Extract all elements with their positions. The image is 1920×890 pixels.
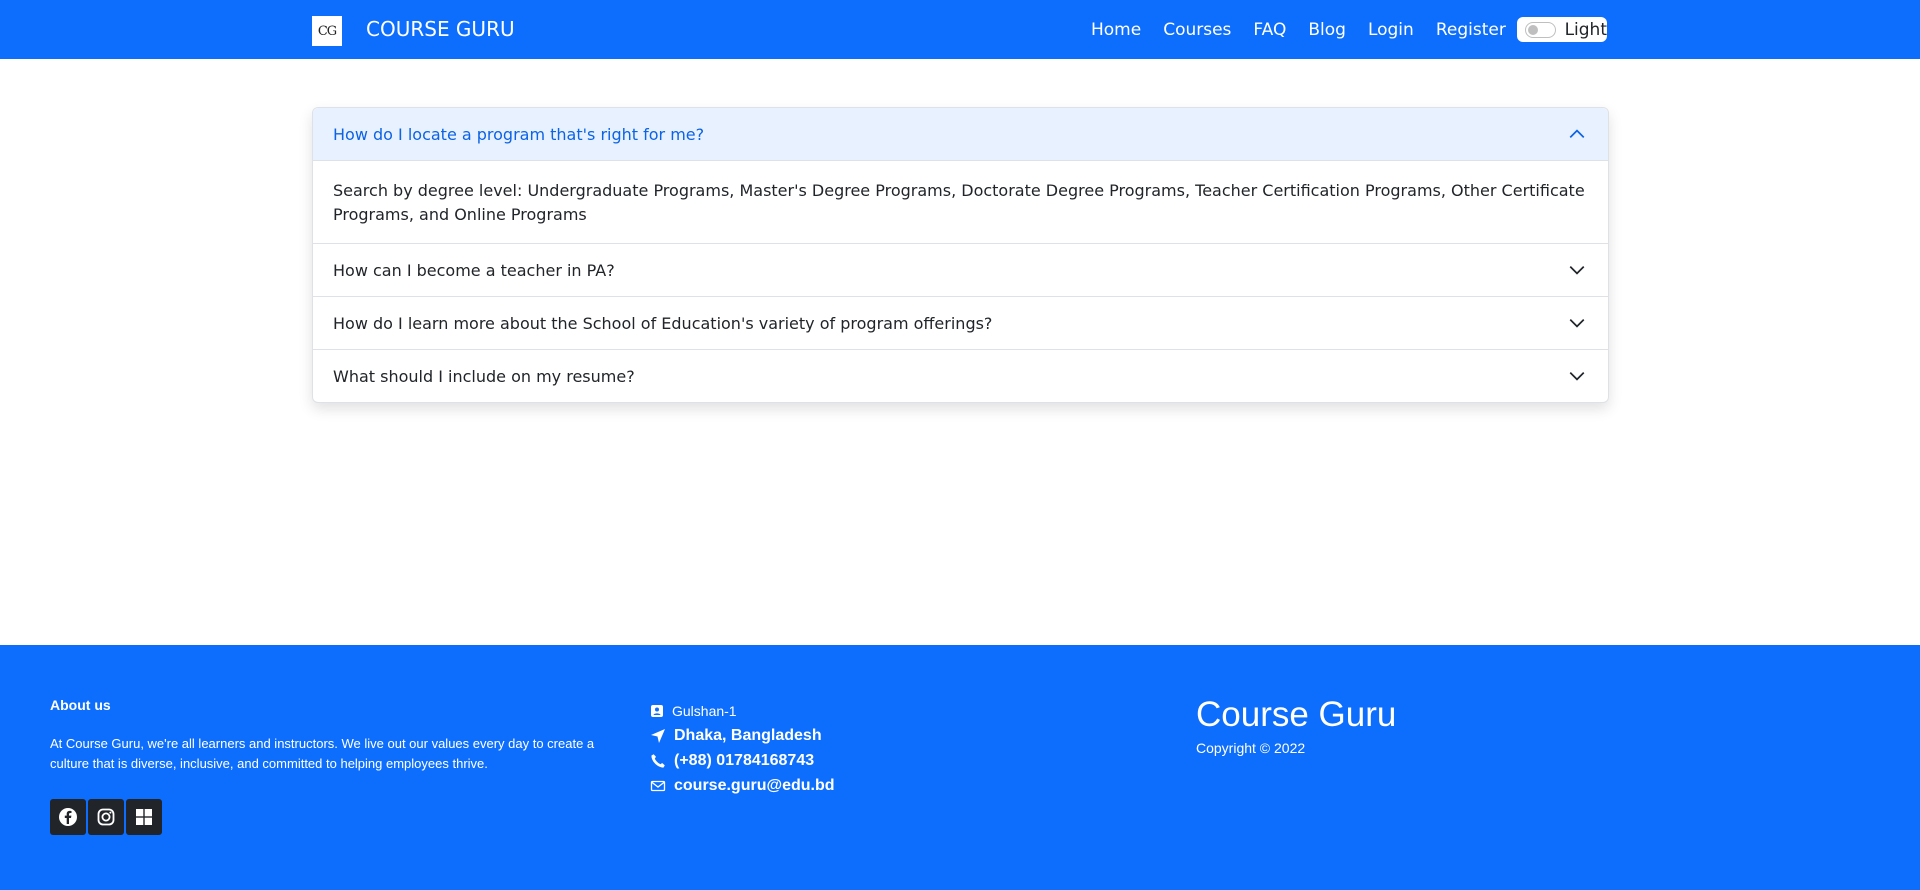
- brand-logo[interactable]: CG: [312, 16, 342, 46]
- chevron-down-icon: [1569, 319, 1585, 328]
- theme-label: Light: [1564, 19, 1607, 40]
- email-row: course.guru@edu.bd: [650, 773, 835, 798]
- faq-answer: Search by degree level: Undergraduate Pr…: [333, 181, 1585, 224]
- faq-question-text: How can I become a teacher in PA?: [333, 260, 615, 280]
- nav-link-courses[interactable]: Courses: [1152, 20, 1242, 40]
- social-links: [50, 799, 162, 835]
- faq-item: How do I locate a program that's right f…: [313, 108, 1608, 244]
- envelope-icon: [650, 780, 666, 791]
- address-line1-row: Gulshan-1: [650, 698, 835, 723]
- faq-question-button[interactable]: How do I locate a program that's right f…: [313, 108, 1608, 161]
- nav-links: Home Courses FAQ Blog Login Register: [1080, 0, 1517, 59]
- address-line1: Gulshan-1: [672, 702, 737, 719]
- email-address[interactable]: course.guru@edu.bd: [674, 777, 835, 795]
- nav-link-login[interactable]: Login: [1357, 20, 1425, 40]
- faq-question-button[interactable]: How do I learn more about the School of …: [313, 297, 1608, 349]
- phone-row: (+88) 01784168743: [650, 748, 835, 773]
- chevron-up-icon: [1569, 129, 1585, 138]
- copyright: Copyright © 2022: [1196, 740, 1306, 756]
- instagram-icon[interactable]: [88, 799, 124, 835]
- chevron-down-icon: [1569, 372, 1585, 381]
- brand-name[interactable]: COURSE GURU: [366, 17, 515, 41]
- footer: About us At Course Guru, we're all learn…: [0, 645, 1920, 890]
- phone-icon: [651, 753, 665, 768]
- contact-info: Gulshan-1 Dhaka, Bangladesh (+88) 017841…: [650, 698, 835, 798]
- faq-item: How do I learn more about the School of …: [313, 297, 1608, 350]
- faq-question-button[interactable]: How can I become a teacher in PA?: [313, 244, 1608, 296]
- location-arrow-icon: [651, 728, 665, 743]
- faq-question-text: How do I learn more about the School of …: [333, 313, 993, 333]
- faq-item: How can I become a teacher in PA?: [313, 244, 1608, 297]
- faq-question-button[interactable]: What should I include on my resume?: [313, 350, 1608, 402]
- phone-number[interactable]: (+88) 01784168743: [674, 752, 814, 770]
- address-line2-row: Dhaka, Bangladesh: [650, 723, 835, 748]
- about-text: At Course Guru, we're all learners and i…: [50, 736, 595, 771]
- windows-icon[interactable]: [126, 799, 162, 835]
- nav-link-register[interactable]: Register: [1425, 20, 1517, 40]
- nav-link-faq[interactable]: FAQ: [1242, 20, 1297, 40]
- faq-accordion: How do I locate a program that's right f…: [312, 107, 1609, 403]
- footer-brand: Course Guru: [1196, 695, 1397, 734]
- address-card-icon: [651, 704, 663, 717]
- about-title: About us: [50, 697, 111, 713]
- chevron-down-icon: [1569, 266, 1585, 275]
- nav-link-blog[interactable]: Blog: [1297, 20, 1357, 40]
- theme-switch[interactable]: [1525, 21, 1556, 38]
- nav-link-home[interactable]: Home: [1080, 20, 1152, 40]
- faq-question-text: What should I include on my resume?: [333, 366, 635, 386]
- faq-question-text: How do I locate a program that's right f…: [333, 124, 705, 144]
- faq-item: What should I include on my resume?: [313, 350, 1608, 402]
- address-line2: Dhaka, Bangladesh: [674, 726, 822, 744]
- facebook-icon[interactable]: [50, 799, 86, 835]
- theme-toggle[interactable]: Light: [1517, 17, 1607, 42]
- navbar: CG COURSE GURU Home Courses FAQ Blog Log…: [0, 0, 1920, 59]
